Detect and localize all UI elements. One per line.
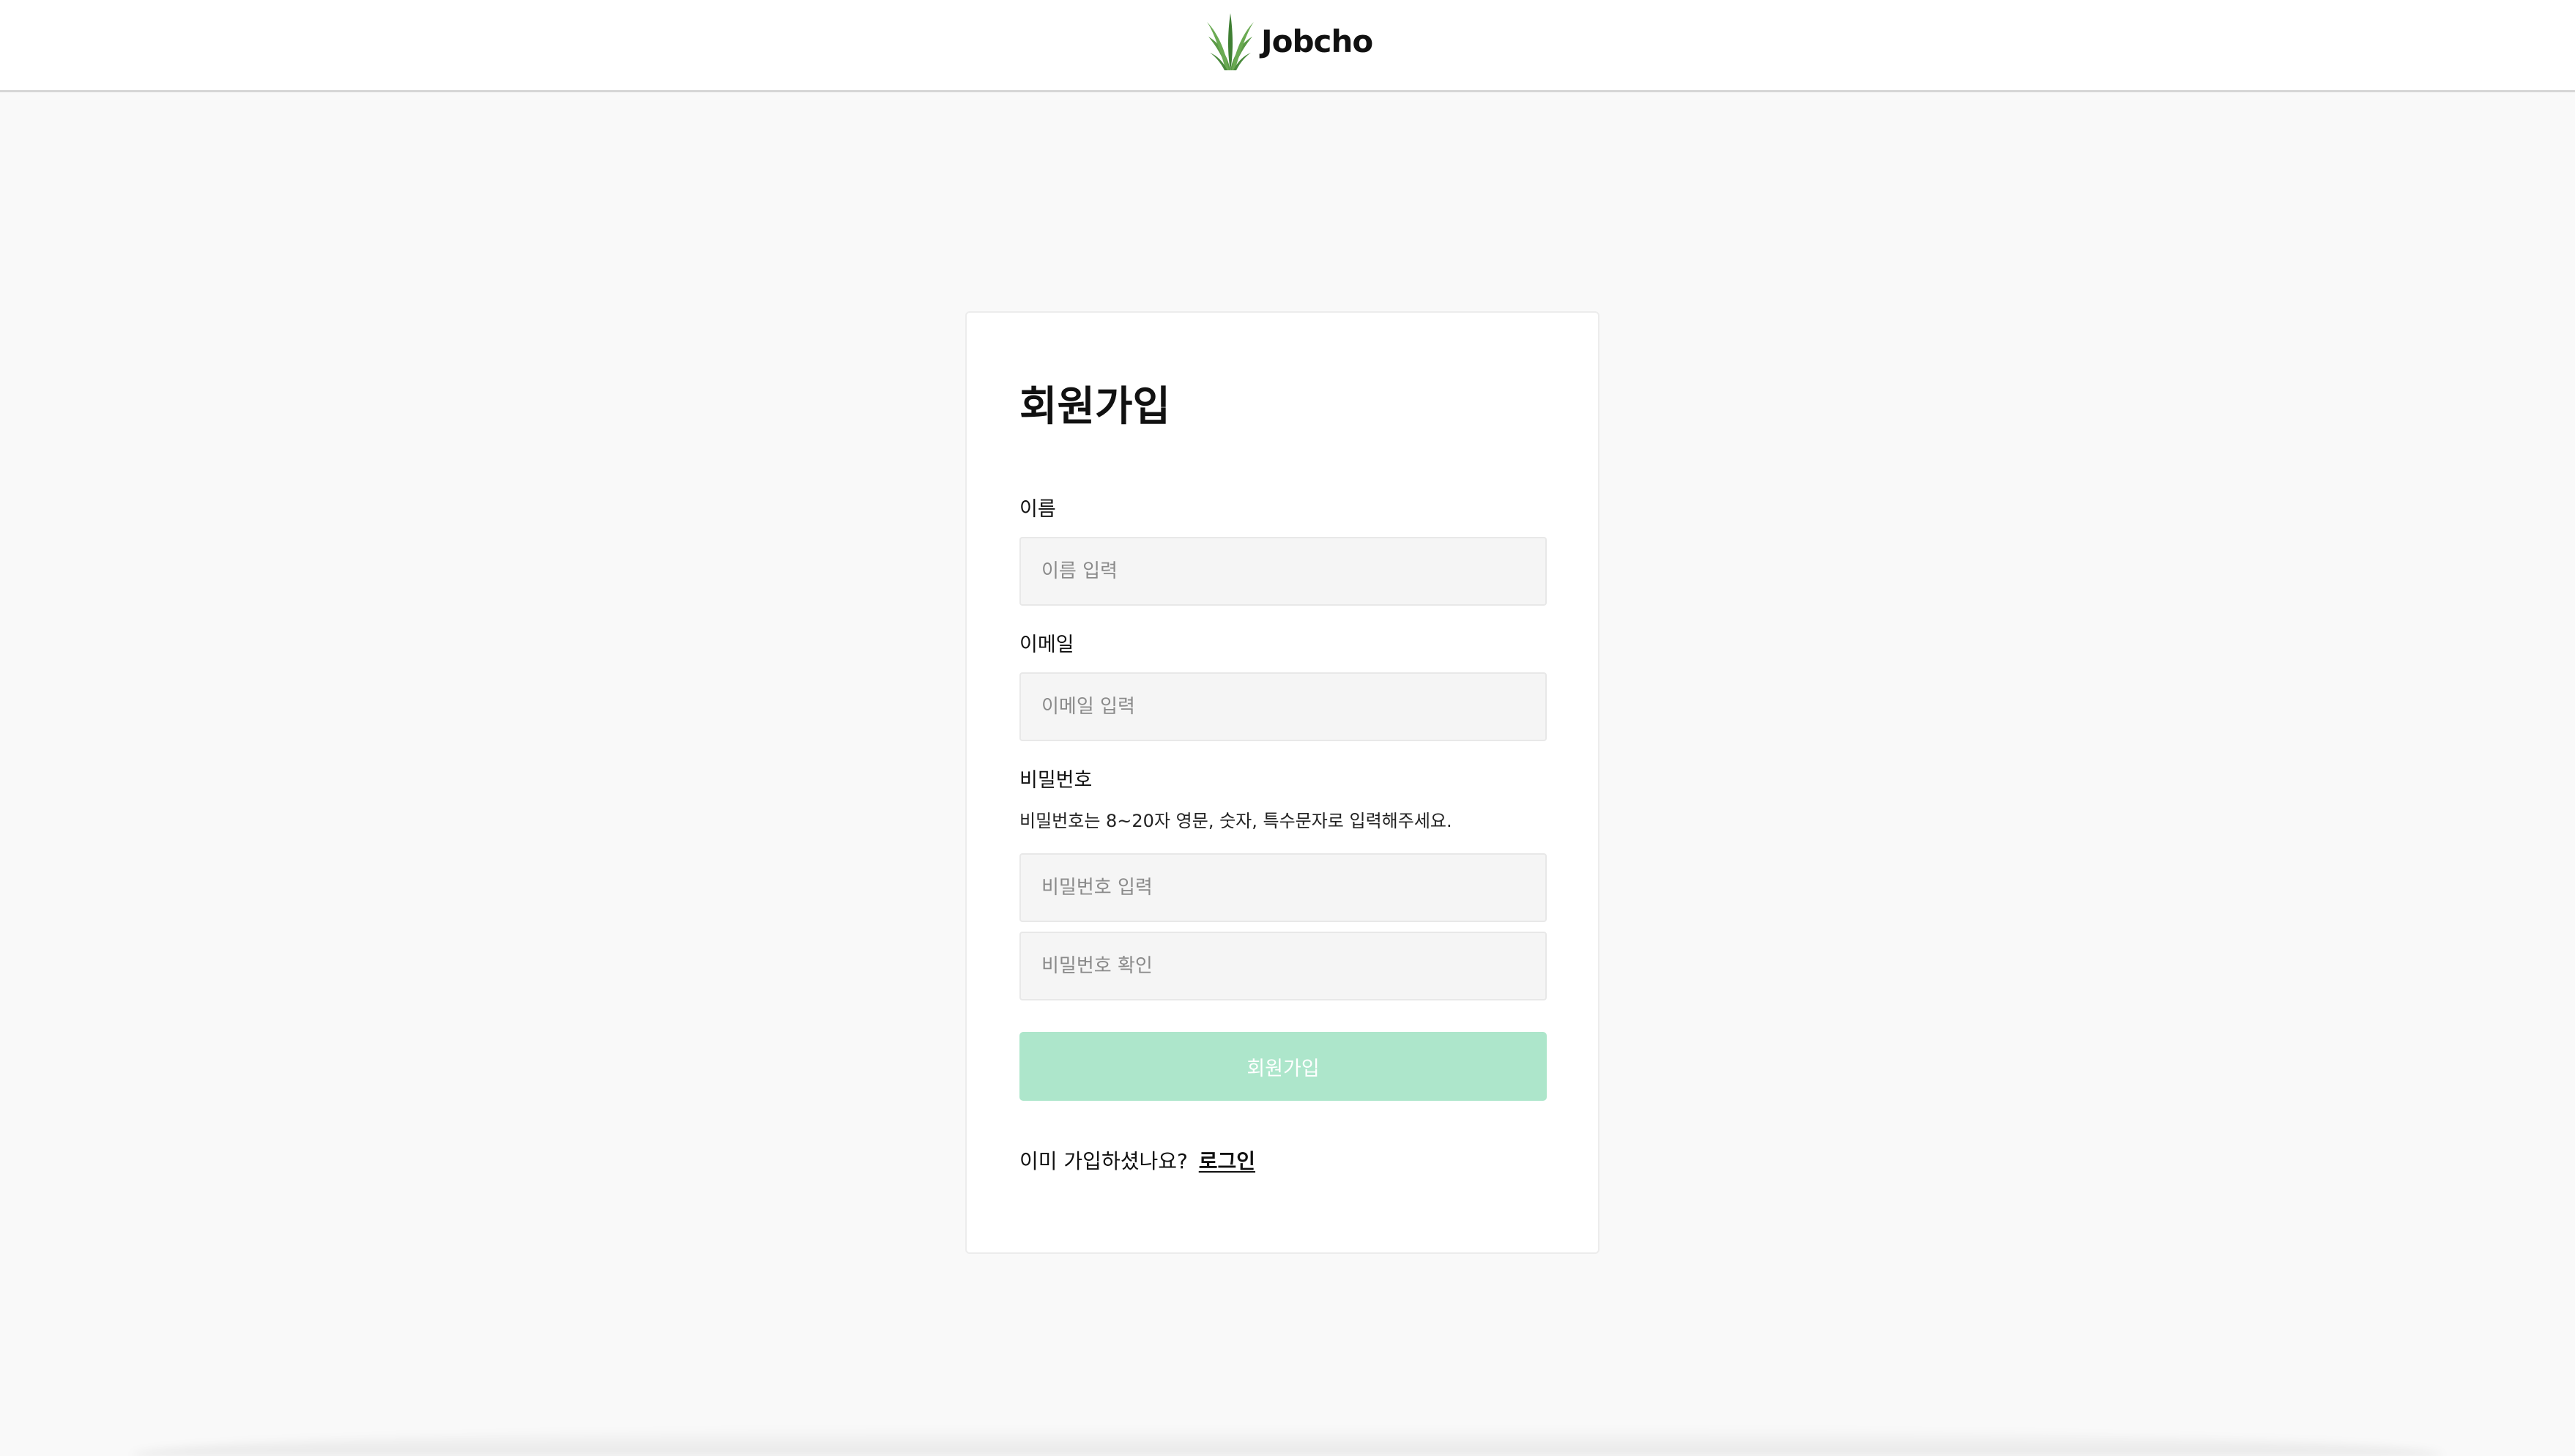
name-label: 이름 — [1019, 498, 1056, 521]
password-input[interactable] — [1019, 853, 1547, 922]
bottom-shadow — [132, 1427, 2443, 1456]
login-link[interactable]: 로그인 — [1199, 1149, 1255, 1173]
signup-card: 회원가입 이름 이메일 비밀번호 비밀번호는 8~20자 영문, 숫자, 특수문… — [965, 311, 1599, 1254]
top-header: Jobcho — [0, 0, 2575, 92]
already-registered-text: 이미 가입하셨나요? — [1019, 1149, 1188, 1173]
page-title: 회원가입 — [1019, 383, 1171, 431]
jobcho-logo[interactable]: Jobcho — [1205, 12, 1373, 70]
logo-text: Jobcho — [1261, 23, 1373, 59]
password-label: 비밀번호 — [1019, 769, 1093, 792]
signup-button[interactable]: 회원가입 — [1019, 1032, 1547, 1101]
name-input[interactable] — [1019, 537, 1547, 606]
password-confirm-input[interactable] — [1019, 932, 1547, 1000]
grass-icon — [1207, 13, 1254, 70]
password-helper-text: 비밀번호는 8~20자 영문, 숫자, 특수문자로 입력해주세요. — [1019, 811, 1452, 831]
email-input[interactable] — [1019, 672, 1547, 741]
login-prompt: 이미 가입하셨나요? 로그인 — [1019, 1149, 1255, 1174]
email-label: 이메일 — [1019, 634, 1074, 656]
